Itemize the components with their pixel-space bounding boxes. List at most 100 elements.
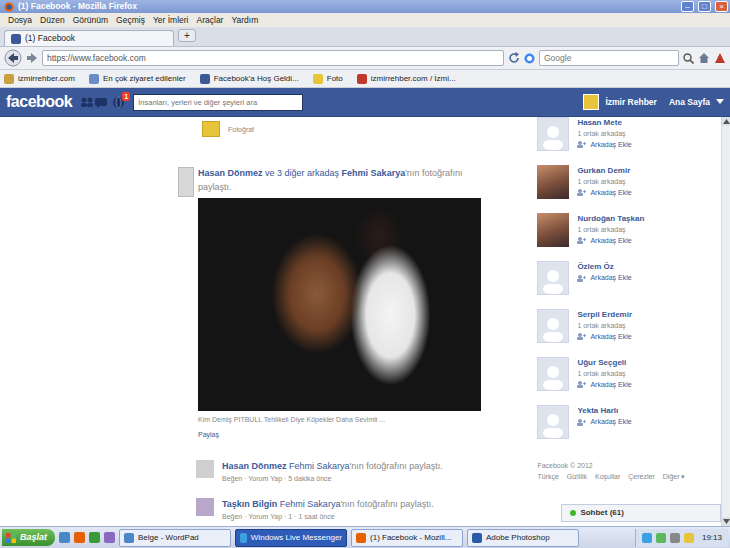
user-link[interactable]: İzmir Rehber [583, 94, 663, 110]
mutual-friends[interactable]: 1 ortak arkadaş [577, 225, 644, 236]
mutual-friends[interactable]: 1 ortak arkadaş [577, 129, 631, 140]
bookmark-item[interactable]: En çok ziyaret edilenler [89, 73, 192, 85]
silhouette-icon[interactable] [537, 117, 569, 151]
home-link[interactable]: Ana Sayfa [663, 96, 716, 109]
quick-launch-icon[interactable] [59, 532, 70, 543]
friend-name[interactable]: Özlem Öz [577, 261, 631, 273]
footer-link[interactable]: Çerezler [628, 472, 654, 483]
friend-name[interactable]: Nurdoğan Taşkan [577, 213, 644, 225]
mutual-friends[interactable]: 1 ortak arkadaş [577, 369, 631, 380]
footer-link[interactable]: Türkçe [537, 472, 558, 483]
owner-link[interactable]: Fehmi Sakarya [342, 168, 406, 178]
friend-requests-icon[interactable] [80, 96, 94, 108]
tray-icon[interactable] [684, 533, 694, 543]
chat-bar[interactable]: Sohbet (61) [561, 504, 721, 522]
share-action-text: 'nın fotoğrafını paylaştı. [350, 461, 443, 471]
facebook-search-field[interactable] [133, 94, 303, 111]
news-feed: FotoğrafHasan Dönmez ve 3 diğer arkadaş … [178, 117, 489, 526]
others-link[interactable]: ve 3 diğer arkadaş [265, 168, 339, 178]
friend-name[interactable]: Hasan Mete [577, 117, 631, 129]
bookmark-item[interactable]: izmirrehber.com / İzmi... [357, 73, 462, 85]
taskbar-button[interactable]: (1) Facebook - Mozill... [351, 529, 463, 547]
new-tab-button[interactable]: + [178, 29, 196, 42]
home-icon[interactable] [698, 52, 710, 64]
add-friend-button[interactable]: Arkadaş Ekle [577, 140, 631, 151]
author-link[interactable]: Hasan Dönmez [222, 461, 287, 471]
taskbar-button[interactable]: Windows Live Messenger [235, 529, 347, 547]
share-text: Taşkın Bilgin Fehmi Sakarya'nın fotoğraf… [222, 498, 434, 512]
notifications-button[interactable]: 1 [112, 96, 125, 109]
post-photo[interactable] [198, 198, 481, 411]
bookmark-item[interactable]: izmirrehber.com [4, 73, 81, 85]
menu-item[interactable]: Görünüm [69, 14, 112, 27]
menu-item[interactable]: Araçlar [193, 14, 228, 27]
menu-item[interactable]: Dosya [4, 14, 36, 27]
silhouette-icon[interactable] [537, 309, 569, 343]
mutual-friends[interactable]: 1 ortak arkadaş [577, 321, 632, 332]
friend-photo[interactable] [537, 213, 569, 247]
menu-item[interactable]: Yer İmleri [149, 14, 193, 27]
facebook-logo[interactable]: facebook [6, 90, 72, 114]
menu-item[interactable]: Geçmiş [112, 14, 149, 27]
share-link[interactable]: Paylaş [198, 430, 489, 441]
quick-launch-icon[interactable] [104, 532, 115, 543]
mutual-friends[interactable]: 1 ortak arkadaş [577, 177, 631, 188]
owner-link[interactable]: Fehmi Sakarya [280, 499, 341, 509]
friend-name[interactable]: Uğur Seçgeli [577, 357, 631, 369]
tray-icon[interactable] [642, 533, 652, 543]
silhouette-icon[interactable] [537, 261, 569, 295]
magnifier-icon[interactable] [683, 53, 694, 64]
window-control-button[interactable]: × [715, 1, 728, 12]
add-friend-button[interactable]: Arkadaş Ekle [577, 236, 644, 247]
friend-name[interactable]: Yekta Harlı [577, 405, 631, 417]
reload-icon[interactable] [508, 52, 520, 64]
friend-avatar-icon[interactable] [196, 498, 214, 516]
menu-item[interactable]: Yardım [227, 14, 262, 27]
taskbar-button[interactable]: Belge - WordPad [119, 529, 231, 547]
addon-icon[interactable] [714, 52, 726, 64]
tray-icon[interactable] [656, 533, 666, 543]
footer-links: Türkçe Gizlilik Koşullar Çerezler Diğer ▾ [537, 472, 721, 483]
messages-icon[interactable] [94, 96, 108, 108]
forward-icon[interactable] [26, 52, 38, 64]
account-menu-icon[interactable] [716, 99, 724, 105]
scroll-down-icon[interactable] [722, 517, 730, 526]
start-button[interactable]: Başlat [2, 529, 55, 547]
friend-avatar-icon[interactable] [196, 460, 214, 478]
quick-launch-icon[interactable] [89, 532, 100, 543]
window-control-button[interactable]: – [681, 1, 694, 12]
photo-thumbnail-icon[interactable] [202, 121, 220, 137]
footer-link[interactable]: Diğer ▾ [663, 472, 686, 483]
browser-tab[interactable]: (1) Facebook [4, 30, 174, 46]
silhouette-icon[interactable] [537, 405, 569, 439]
owner-link[interactable]: Fehmi Sakarya [289, 461, 350, 471]
search-field[interactable] [539, 50, 679, 66]
taskbar-button[interactable]: Adobe Photoshop [467, 529, 579, 547]
bookmark-item[interactable]: Facebook'a Hoş Geldi... [200, 73, 305, 85]
add-friend-label: Arkadaş Ekle [590, 380, 631, 391]
footer-link[interactable]: Gizlilik [567, 472, 587, 483]
suggestion-body: Özlem ÖzArkadaş Ekle [577, 261, 631, 284]
author-link[interactable]: Hasan Dönmez [198, 168, 263, 178]
bookmark-item[interactable]: Foto [313, 73, 349, 85]
add-friend-button[interactable]: Arkadaş Ekle [577, 380, 631, 391]
add-friend-button[interactable]: Arkadaş Ekle [577, 332, 632, 343]
friend-name[interactable]: Serpil Erdemir [577, 309, 632, 321]
menu-item[interactable]: Düzen [36, 14, 69, 27]
address-field[interactable] [42, 50, 504, 66]
add-friend-button[interactable]: Arkadaş Ekle [577, 273, 631, 284]
quick-launch-icon[interactable] [74, 532, 85, 543]
author-link[interactable]: Taşkın Bilgin [222, 499, 277, 509]
tray-icon[interactable] [670, 533, 680, 543]
friend-name[interactable]: Gurkan Demir [577, 165, 631, 177]
scrollbar[interactable] [721, 117, 730, 526]
add-friend-button[interactable]: Arkadaş Ekle [577, 417, 631, 428]
back-icon[interactable] [4, 49, 22, 67]
scroll-up-icon[interactable] [722, 117, 730, 126]
window-control-button[interactable]: □ [698, 1, 711, 12]
silhouette-icon[interactable] [537, 357, 569, 391]
footer-link[interactable]: Koşullar [595, 472, 620, 483]
add-friend-button[interactable]: Arkadaş Ekle [577, 188, 631, 199]
friend-photo[interactable] [537, 165, 569, 199]
page-avatar-icon[interactable] [178, 167, 194, 197]
